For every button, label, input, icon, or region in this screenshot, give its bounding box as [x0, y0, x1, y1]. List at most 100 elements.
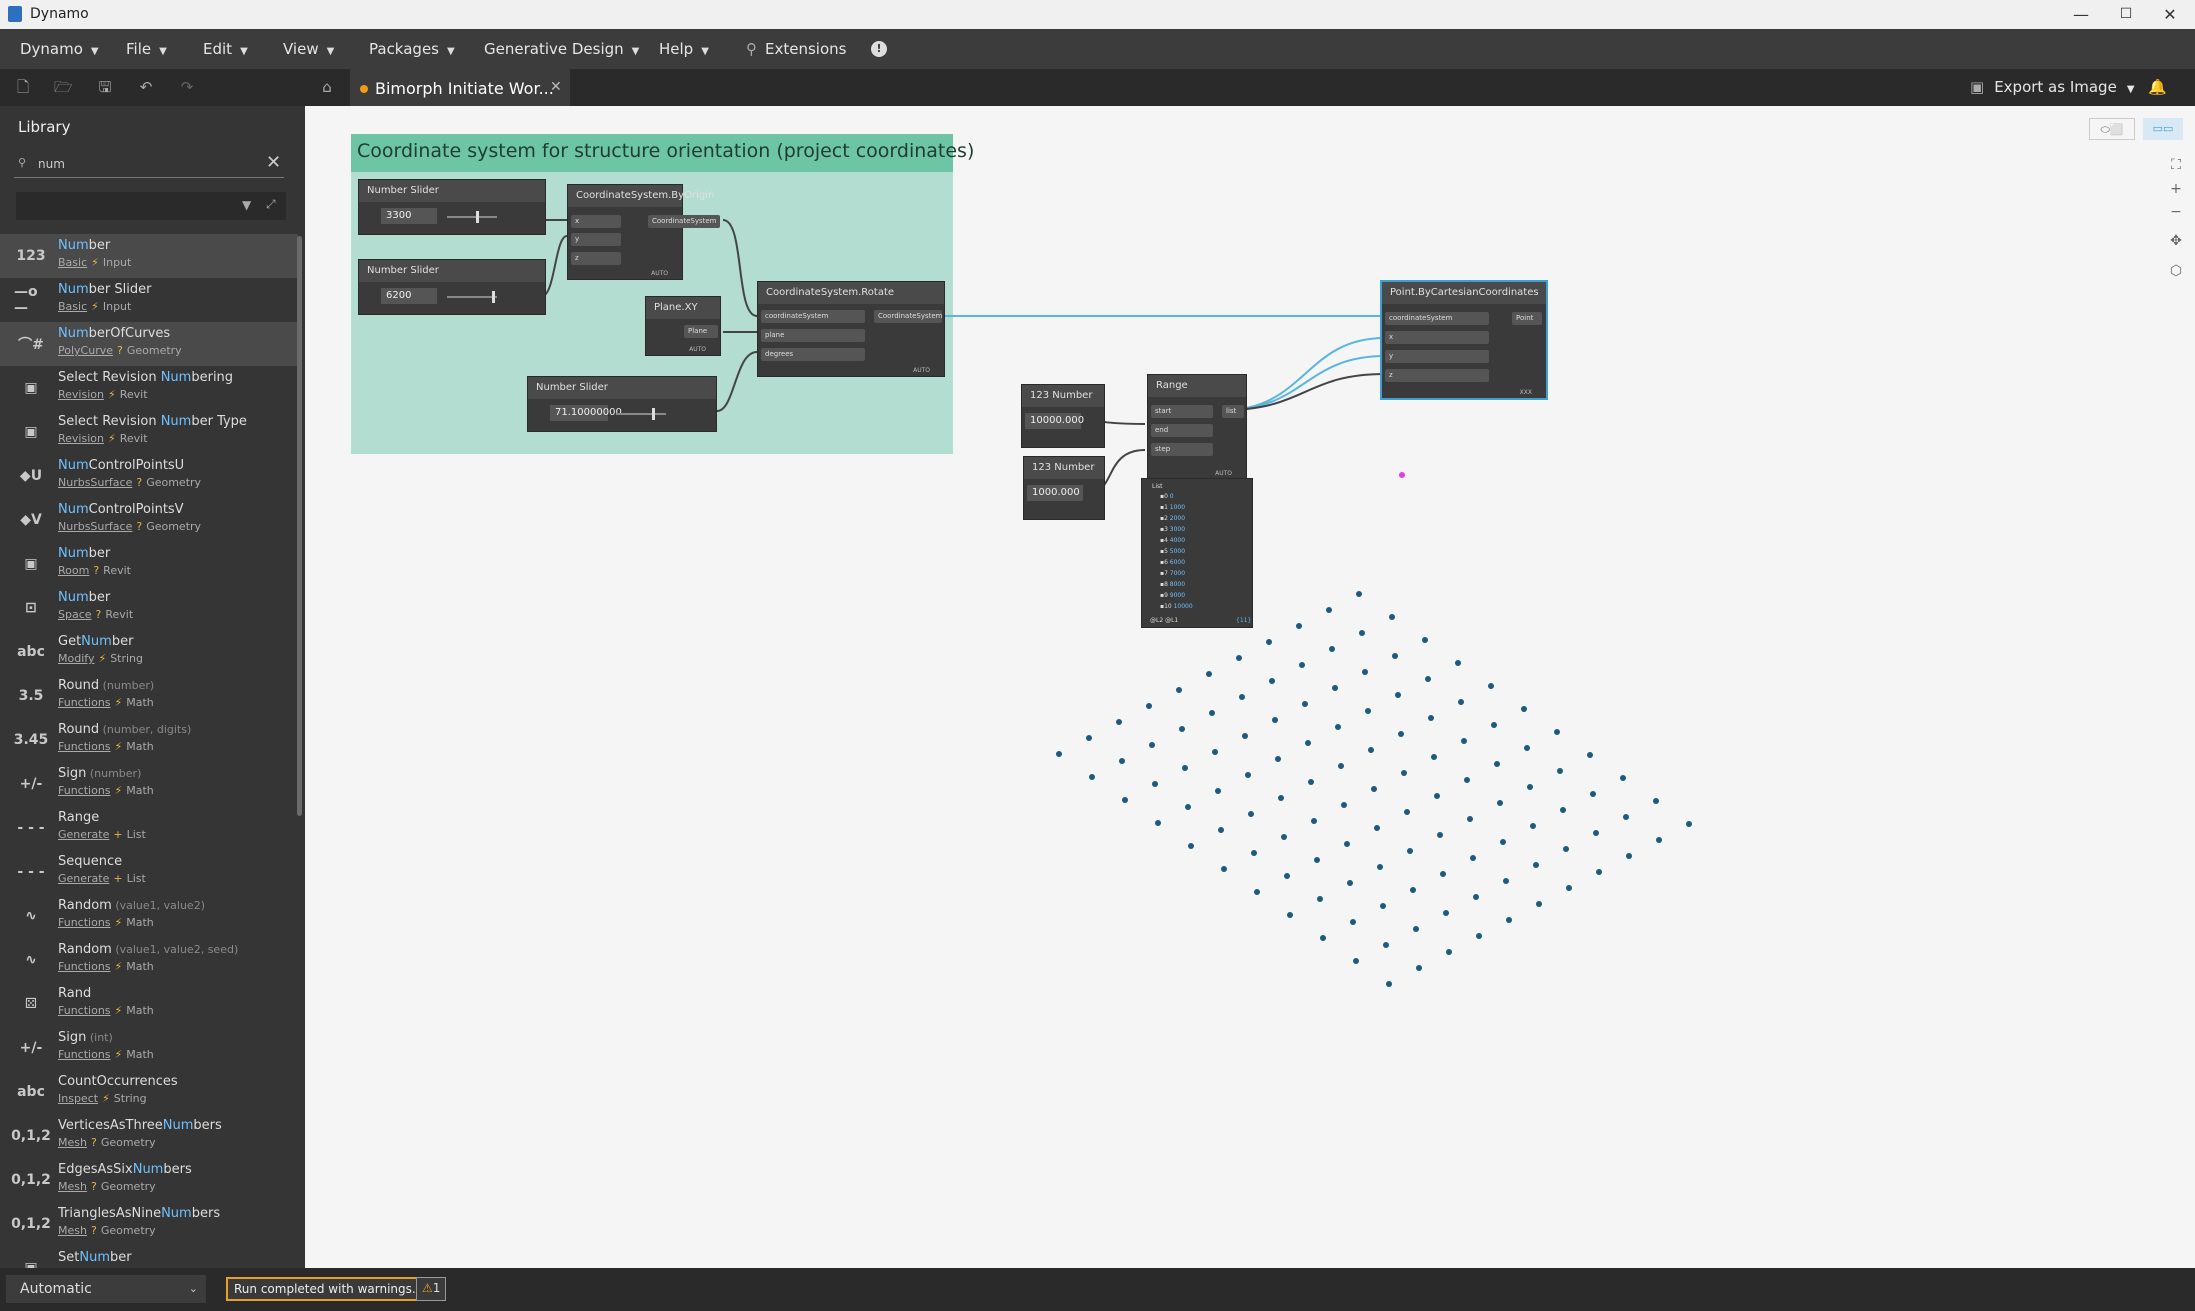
- menu-packages[interactable]: Packages ▼: [369, 29, 455, 69]
- menu-generative-design[interactable]: Generative Design ▼: [484, 29, 639, 69]
- library-search-input[interactable]: [36, 154, 256, 174]
- graph-canvas[interactable]: Coordinate system for structure orientat…: [305, 106, 2195, 1268]
- library-result-item[interactable]: ▣ Number Room? Revit: [0, 542, 298, 586]
- info-icon[interactable]: !: [871, 41, 887, 57]
- library-result-item[interactable]: - - - Range Generate + List: [0, 806, 298, 850]
- slider-thumb[interactable]: [492, 291, 495, 303]
- zoom-fit-icon[interactable]: ⛶: [2165, 154, 2187, 176]
- open-file-icon[interactable]: 🗁: [54, 78, 73, 96]
- library-result-item[interactable]: —o— Number Slider Basic ⚡ Input: [0, 278, 298, 322]
- clear-search-icon[interactable]: ✕: [266, 152, 281, 173]
- category-link[interactable]: Functions: [58, 696, 111, 709]
- slider-track[interactable]: [616, 413, 666, 415]
- minimize-button[interactable]: —: [2056, 0, 2106, 29]
- notification-bell-icon[interactable]: 🔔: [2148, 78, 2167, 96]
- category-link[interactable]: Functions: [58, 960, 111, 973]
- input-port-y[interactable]: y: [1385, 350, 1489, 363]
- pan-icon[interactable]: ✥: [2165, 230, 2187, 252]
- maximize-button[interactable]: ☐: [2101, 0, 2151, 29]
- library-result-item[interactable]: 3.5 Round (number) Functions ⚡ Math: [0, 674, 298, 718]
- input-port-y[interactable]: y: [571, 233, 621, 246]
- menu-help[interactable]: Help ▼: [659, 29, 709, 69]
- category-link[interactable]: Revision: [58, 432, 104, 445]
- export-as-image-button[interactable]: ▣ Export as Image ▼: [1970, 69, 2135, 106]
- category-link[interactable]: PolyCurve: [58, 344, 113, 357]
- node-number-slider-2[interactable]: Number Slider 6200: [358, 259, 546, 315]
- library-result-item[interactable]: +/- Sign (number) Functions ⚡ Math: [0, 762, 298, 806]
- library-result-item[interactable]: ◆U NumControlPointsU NurbsSurface? Geometry: [0, 454, 298, 498]
- slider-thumb[interactable]: [652, 408, 655, 420]
- category-link[interactable]: Space: [58, 608, 92, 621]
- library-result-item[interactable]: ∿ Random (value1, value2) Functions ⚡ Math: [0, 894, 298, 938]
- slider-track[interactable]: [447, 216, 497, 218]
- library-result-item[interactable]: ▣ Select Revision Number Type Revision ⚡ Rev…: [0, 410, 298, 454]
- library-result-item[interactable]: abc GetNumber Modify ⚡ String: [0, 630, 298, 674]
- input-port-plane[interactable]: plane: [761, 329, 865, 342]
- category-link[interactable]: Mesh: [58, 1136, 87, 1149]
- node-number-2[interactable]: 123 Number 1000.000: [1023, 456, 1105, 520]
- library-result-item[interactable]: ⊡ Number Space? Revit: [0, 586, 298, 630]
- input-port-degrees[interactable]: degrees: [761, 348, 865, 361]
- category-link[interactable]: Functions: [58, 740, 111, 753]
- library-result-item[interactable]: 3.45 Round (number, digits) Functions ⚡ Math: [0, 718, 298, 762]
- watch-preview[interactable]: List ▪0 0 ▪1 1000 ▪2 2000 ▪3 3000 ▪4 4000 ▪5 …: [1141, 478, 1253, 628]
- library-scrollbar[interactable]: [297, 236, 302, 816]
- zoom-out-icon[interactable]: −: [2165, 201, 2187, 223]
- input-port-x[interactable]: x: [571, 215, 621, 228]
- node-number-slider-1[interactable]: Number Slider 3300: [358, 179, 546, 235]
- node-number-1[interactable]: 123 Number 10000.000: [1021, 384, 1105, 448]
- output-port[interactable]: list: [1222, 405, 1244, 418]
- number-value[interactable]: 1000.000: [1027, 485, 1083, 501]
- menu-extensions[interactable]: ⚲ Extensions: [746, 29, 846, 69]
- expand-icon[interactable]: ⤢: [266, 197, 276, 212]
- zoom-in-icon[interactable]: +: [2165, 178, 2187, 200]
- library-result-item[interactable]: ∿ Random (value1, value2, seed) Functions ⚡…: [0, 938, 298, 982]
- slider-value[interactable]: 71.10000000: [550, 405, 622, 421]
- library-result-item[interactable]: ▣ SetNumber: [0, 1246, 298, 1268]
- menu-dynamo[interactable]: Dynamo ▼: [20, 29, 99, 69]
- node-point-bycartesiancoordinates[interactable]: Point.ByCartesianCoordinates coordinateS…: [1380, 280, 1548, 400]
- run-mode-select[interactable]: Automatic ⌄: [6, 1275, 206, 1303]
- input-port-start[interactable]: start: [1151, 405, 1213, 418]
- home-icon[interactable]: ⌂: [318, 78, 336, 96]
- graph-view-toggle[interactable]: ▭▭: [2143, 118, 2183, 140]
- menu-file[interactable]: File ▼: [126, 29, 167, 69]
- redo-icon[interactable]: ↷: [178, 78, 196, 96]
- category-link[interactable]: Room: [58, 564, 89, 577]
- category-link[interactable]: Basic: [58, 256, 87, 269]
- category-link[interactable]: Generate: [58, 828, 109, 841]
- orbit-icon[interactable]: ⬡: [2165, 260, 2187, 282]
- node-range[interactable]: Range start end step list AUTO: [1147, 374, 1247, 480]
- category-link[interactable]: Revision: [58, 388, 104, 401]
- library-result-item[interactable]: 0,1,2 EdgesAsSixNumbers Mesh? Geometry: [0, 1158, 298, 1202]
- menu-edit[interactable]: Edit ▼: [203, 29, 248, 69]
- library-result-item[interactable]: ⚄ Rand Functions ⚡ Math: [0, 982, 298, 1026]
- slider-thumb[interactable]: [476, 211, 479, 223]
- library-result-item[interactable]: ▣ Select Revision Numbering Revision ⚡ Revit: [0, 366, 298, 410]
- warning-badge[interactable]: ⚠1: [416, 1277, 447, 1301]
- library-result-item[interactable]: 0,1,2 TrianglesAsNineNumbers Mesh? Geometry: [0, 1202, 298, 1246]
- node-number-slider-3[interactable]: Number Slider 71.10000000: [527, 376, 717, 432]
- input-port-coordinatesystem[interactable]: coordinateSystem: [1385, 312, 1489, 325]
- input-port-coordinatesystem[interactable]: coordinateSystem: [761, 310, 865, 323]
- category-link[interactable]: Functions: [58, 784, 111, 797]
- library-result-item[interactable]: +/- Sign (int) Functions ⚡ Math: [0, 1026, 298, 1070]
- slider-value[interactable]: 6200: [381, 288, 437, 304]
- slider-track[interactable]: [447, 296, 497, 298]
- close-window-button[interactable]: ✕: [2145, 0, 2195, 29]
- category-link[interactable]: Inspect: [58, 1092, 98, 1105]
- input-port-z[interactable]: z: [571, 252, 621, 265]
- category-link[interactable]: NurbsSurface: [58, 520, 132, 533]
- library-result-item[interactable]: 123 Number Basic ⚡ Input: [0, 234, 298, 278]
- output-port[interactable]: Point: [1512, 312, 1542, 325]
- category-link[interactable]: Functions: [58, 1048, 111, 1061]
- filter-icon[interactable]: ▼: [242, 198, 251, 212]
- input-port-step[interactable]: step: [1151, 443, 1213, 456]
- category-link[interactable]: Mesh: [58, 1180, 87, 1193]
- category-link[interactable]: Mesh: [58, 1224, 87, 1237]
- node-plane-xy[interactable]: Plane.XY Plane AUTO: [645, 296, 721, 356]
- library-result-item[interactable]: ◆V NumControlPointsV NurbsSurface? Geometry: [0, 498, 298, 542]
- library-result-item[interactable]: abc CountOccurrences Inspect ⚡ String: [0, 1070, 298, 1114]
- library-result-item[interactable]: 0,1,2 VerticesAsThreeNumbers Mesh? Geometry: [0, 1114, 298, 1158]
- category-link[interactable]: Functions: [58, 916, 111, 929]
